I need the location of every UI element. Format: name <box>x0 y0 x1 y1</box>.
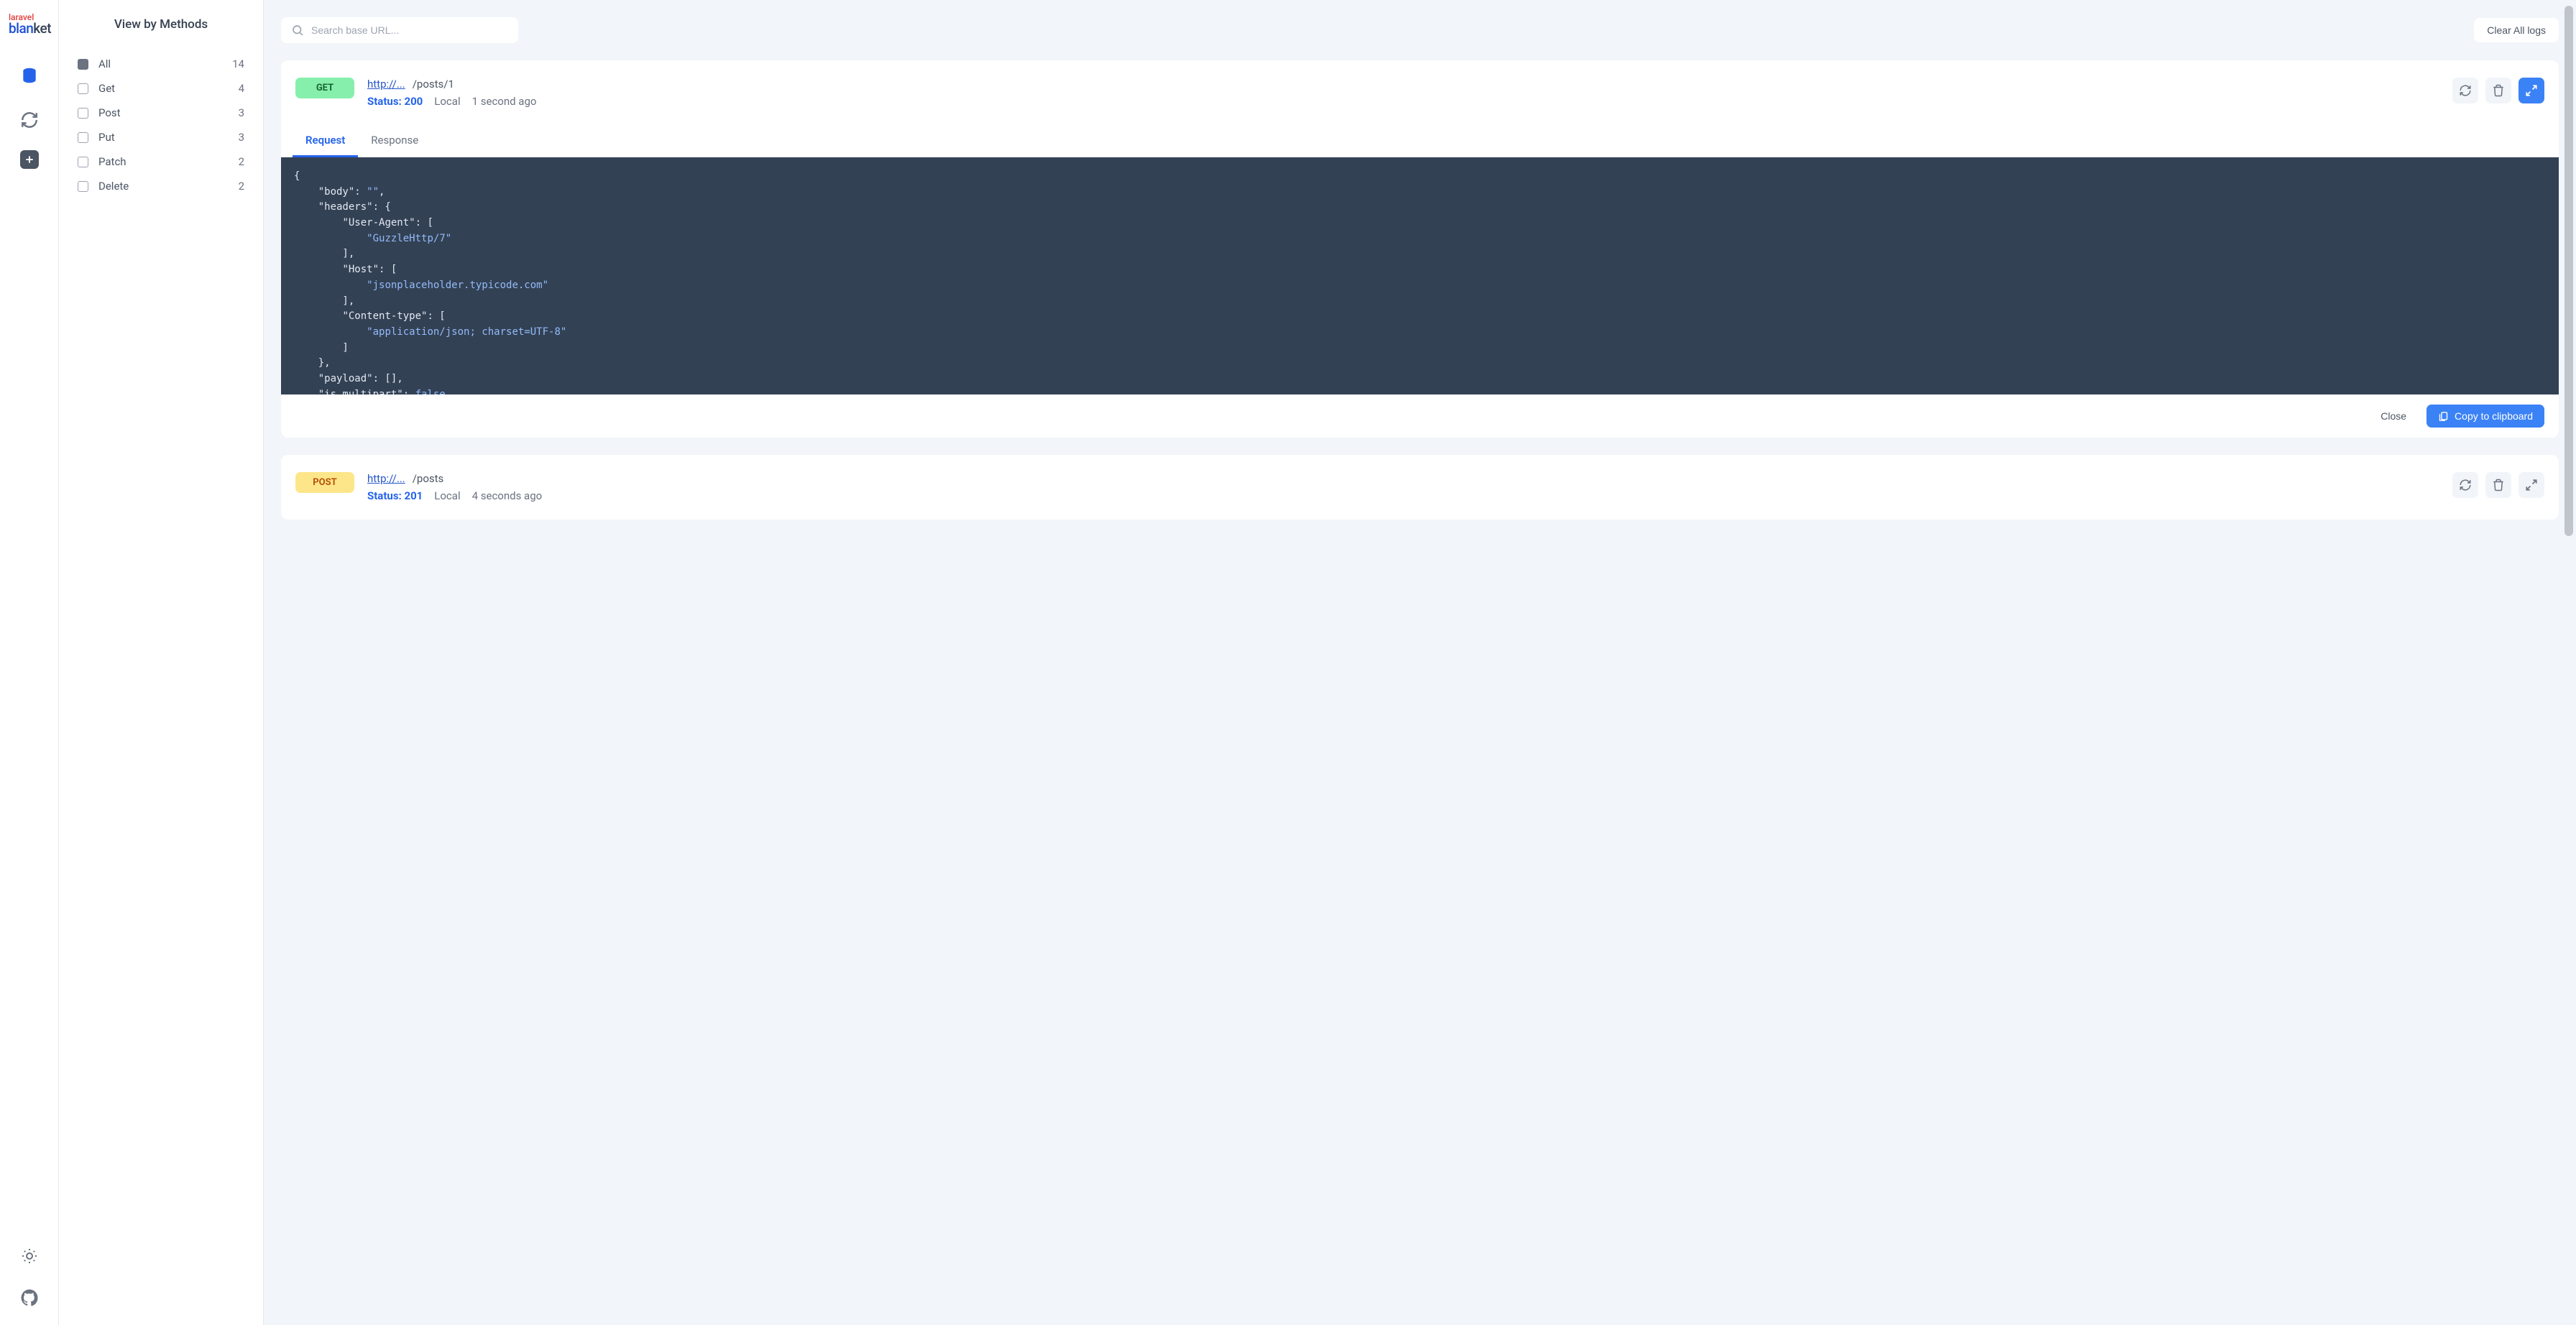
filter-item-patch[interactable]: Patch 2 <box>73 149 249 174</box>
checkbox-icon <box>78 108 88 119</box>
main-content: Clear All logs GET http://... /posts/1 Stat… <box>264 0 2576 1325</box>
filter-item-delete[interactable]: Delete 2 <box>73 174 249 198</box>
checkbox-icon <box>78 132 88 143</box>
nav-database-icon[interactable] <box>15 61 44 90</box>
filter-count: 2 <box>239 180 244 193</box>
logo-brand-bottom: blanket <box>9 22 51 35</box>
base-url-link[interactable]: http://... <box>367 472 405 485</box>
filter-label: All <box>98 57 111 70</box>
status-text: Status: 200 <box>367 95 423 108</box>
search-input[interactable] <box>311 24 508 36</box>
log-card: GET http://... /posts/1 Status: 200 Local 1 s… <box>281 60 2559 438</box>
status-text: Status: 201 <box>367 489 423 502</box>
age-text: 1 second ago <box>472 95 537 108</box>
logo: laravel blanket <box>7 13 51 35</box>
filter-label: Post <box>98 106 121 119</box>
icon-rail: laravel blanket <box>0 0 59 1325</box>
filter-label: Put <box>98 131 115 144</box>
tab-request[interactable]: Request <box>293 125 358 157</box>
age-text: 4 seconds ago <box>472 489 543 502</box>
expand-button[interactable] <box>2518 78 2544 103</box>
filter-count: 3 <box>239 131 244 144</box>
nav-refresh-icon[interactable] <box>15 106 44 134</box>
filter-count: 4 <box>239 82 244 95</box>
checkbox-icon <box>78 83 88 94</box>
filter-item-get[interactable]: Get 4 <box>73 76 249 101</box>
methods-sidebar: View by Methods All 14 Get 4 Post 3 Put 3 Patch 2… <box>59 0 264 1325</box>
search-box[interactable] <box>281 17 518 43</box>
log-card-header: POST http://... /posts Status: 201 Local 4 se… <box>281 455 2559 520</box>
retry-button[interactable] <box>2452 472 2478 498</box>
sidebar-title: View by Methods <box>73 17 249 32</box>
theme-toggle-icon[interactable] <box>15 1242 44 1270</box>
log-card-header: GET http://... /posts/1 Status: 200 Local 1 s… <box>281 60 2559 125</box>
search-icon <box>291 24 304 37</box>
filter-count: 14 <box>232 57 244 70</box>
delete-button[interactable] <box>2485 472 2511 498</box>
url-path: /posts <box>413 472 444 485</box>
origin-text: Local <box>434 95 460 108</box>
clear-logs-button[interactable]: Clear All logs <box>2474 18 2559 42</box>
tabs: RequestResponse <box>281 125 2559 157</box>
method-badge: POST <box>295 472 354 493</box>
expand-button[interactable] <box>2518 472 2544 498</box>
base-url-link[interactable]: http://... <box>367 78 405 91</box>
origin-text: Local <box>434 489 460 502</box>
request-body-code: { "body": "", "headers": { "User-Agent":… <box>281 157 2559 394</box>
filter-label: Get <box>98 82 115 95</box>
delete-button[interactable] <box>2485 78 2511 103</box>
retry-button[interactable] <box>2452 78 2478 103</box>
checkbox-icon <box>78 181 88 192</box>
copy-clipboard-button[interactable]: Copy to clipboard <box>2426 405 2544 428</box>
filter-count: 2 <box>239 155 244 168</box>
filter-label: Patch <box>98 155 126 168</box>
close-button[interactable]: Close <box>2370 405 2416 428</box>
logs-container: GET http://... /posts/1 Status: 200 Local 1 s… <box>264 60 2576 537</box>
checkbox-icon <box>78 59 88 70</box>
filter-item-post[interactable]: Post 3 <box>73 101 249 125</box>
github-icon[interactable] <box>15 1283 44 1312</box>
log-card: POST http://... /posts Status: 201 Local 4 se… <box>281 455 2559 520</box>
filter-label: Delete <box>98 180 129 193</box>
filter-count: 3 <box>239 106 244 119</box>
tab-response[interactable]: Response <box>358 125 431 157</box>
method-filter-list: All 14 Get 4 Post 3 Put 3 Patch 2 Delete 2 <box>73 52 249 198</box>
checkbox-icon <box>78 157 88 167</box>
url-path: /posts/1 <box>413 78 454 91</box>
filter-item-put[interactable]: Put 3 <box>73 125 249 149</box>
nav-add-icon[interactable] <box>20 150 39 169</box>
topbar: Clear All logs <box>264 0 2576 60</box>
scrollbar-thumb[interactable] <box>2564 6 2573 536</box>
filter-item-all[interactable]: All 14 <box>73 52 249 76</box>
method-badge: GET <box>295 78 354 98</box>
